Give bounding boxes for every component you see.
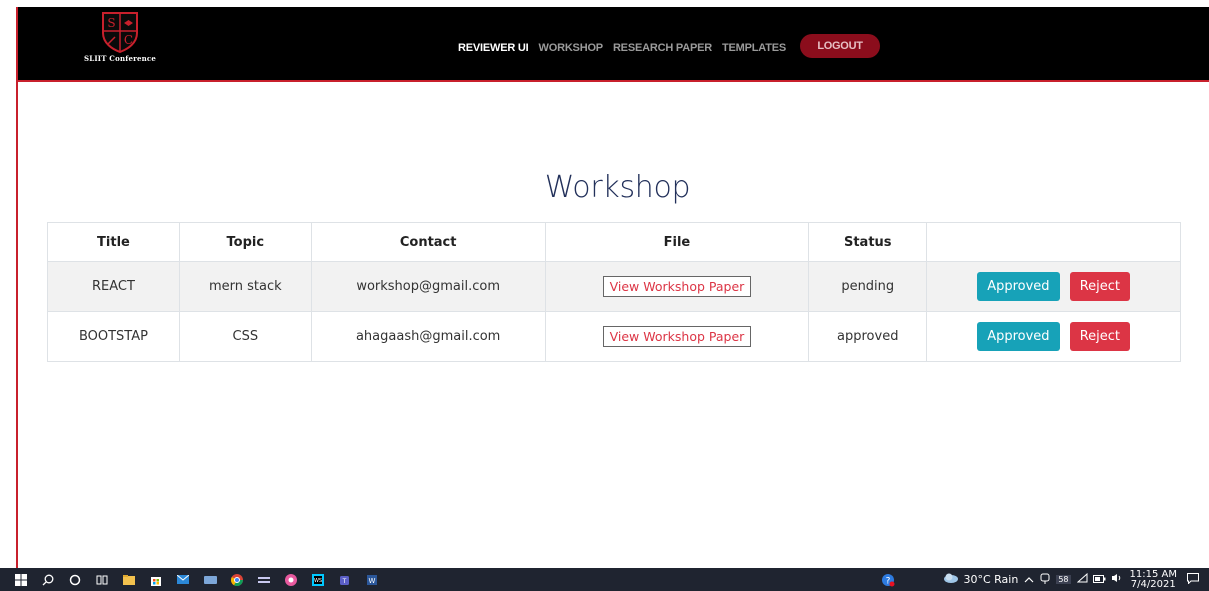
nav-link-templates[interactable]: TEMPLATES [722, 42, 786, 54]
cell-topic: CSS [178, 311, 312, 362]
file-explorer-icon[interactable] [118, 568, 140, 591]
clock[interactable]: 11:15 AM 7/4/2021 [1129, 568, 1177, 590]
column-header-file: File [544, 222, 810, 262]
table-row: BOOTSTAP CSS ahagaash@gmail.com View Wor… [47, 311, 1181, 362]
approve-button[interactable]: Approved [977, 272, 1060, 301]
svg-text:WS: WS [314, 578, 322, 584]
weather-icon[interactable] [943, 573, 959, 587]
svg-text:C: C [124, 33, 133, 47]
system-tray: ? 30°C Rain 58 11:15 AM 7/4/2021 [877, 568, 1209, 591]
screen: S C SLIIT Conference REVIEWER UI WORKSHO… [0, 0, 1209, 591]
weather-label[interactable]: 30°C Rain [963, 573, 1018, 586]
logout-button[interactable]: LOGOUT [800, 34, 881, 58]
volume-icon[interactable] [1111, 573, 1122, 586]
page-title: Workshop [544, 170, 691, 205]
webstorm-icon[interactable]: WS [307, 568, 329, 591]
reject-button[interactable]: Reject [1069, 272, 1130, 301]
battery-icon[interactable] [1092, 573, 1106, 586]
cell-contact: ahagaash@gmail.com [310, 311, 546, 362]
approve-button[interactable]: Approved [977, 322, 1060, 351]
cell-file: View Workshop Paper [544, 311, 810, 362]
column-header-title: Title [47, 222, 180, 262]
cell-actions: Approved Reject [926, 261, 1181, 312]
svg-text:T: T [342, 578, 347, 585]
cell-contact: workshop@gmail.com [310, 261, 546, 312]
nav-link-research-paper[interactable]: RESEARCH PAPER [613, 42, 712, 54]
vscode-icon[interactable] [253, 568, 275, 591]
view-workshop-paper-button[interactable]: View Workshop Paper [602, 326, 752, 347]
clock-date: 7/4/2021 [1130, 578, 1176, 590]
teams-icon[interactable]: T [334, 568, 356, 591]
action-center-icon[interactable] [1187, 572, 1199, 587]
svg-text:S: S [107, 16, 115, 30]
conference-logo[interactable]: S C SLIIT Conference [70, 11, 170, 75]
column-header-contact: Contact [310, 222, 546, 262]
shield-crest-icon: S C [102, 12, 138, 53]
nav-link-reviewer-ui[interactable]: REVIEWER UI [458, 42, 529, 54]
mail-icon[interactable] [172, 568, 194, 591]
keyboard-icon[interactable] [199, 568, 221, 591]
search-icon[interactable] [37, 568, 59, 591]
column-header-topic: Topic [178, 222, 312, 262]
cell-status: approved [808, 311, 928, 362]
cell-title: BOOTSTAP [47, 311, 180, 362]
cell-actions: Approved Reject [926, 311, 1181, 362]
svg-text:W: W [369, 577, 376, 585]
workshop-table: Title Topic Contact File Status REACT me… [47, 222, 1181, 362]
chrome-icon[interactable] [226, 568, 248, 591]
network-icon[interactable] [1076, 572, 1088, 586]
cell-status: pending [808, 261, 928, 312]
nav-link-workshop[interactable]: WORKSHOP [539, 42, 604, 54]
media-player-icon[interactable] [280, 568, 302, 591]
tray-badge[interactable]: 58 [1056, 575, 1071, 584]
windows-start-icon[interactable] [10, 568, 32, 591]
word-icon[interactable]: W [361, 568, 383, 591]
cell-topic: mern stack [178, 261, 312, 312]
nav-menu: REVIEWER UI WORKSHOP RESEARCH PAPER TEMP… [458, 34, 881, 58]
table-row: REACT mern stack workshop@gmail.com View… [47, 261, 1181, 312]
navbar: S C SLIIT Conference REVIEWER UI WORKSHO… [18, 7, 1209, 82]
notification-app-icon[interactable] [1040, 573, 1050, 587]
cortana-icon[interactable] [64, 568, 86, 591]
table-header-row: Title Topic Contact File Status [47, 222, 1181, 262]
help-icon[interactable]: ? [877, 568, 899, 591]
task-view-icon[interactable] [91, 568, 113, 591]
column-header-actions [926, 222, 1181, 262]
cell-file: View Workshop Paper [544, 261, 810, 312]
logo-label: SLIIT Conference [83, 54, 157, 63]
column-header-status: Status [808, 222, 928, 262]
cell-title: REACT [47, 261, 180, 312]
chevron-up-icon[interactable] [1024, 573, 1034, 586]
clock-time: 11:15 AM [1129, 568, 1177, 580]
store-icon[interactable] [145, 568, 167, 591]
view-workshop-paper-button[interactable]: View Workshop Paper [602, 276, 752, 297]
reject-button[interactable]: Reject [1069, 322, 1130, 351]
browser-viewport: S C SLIIT Conference REVIEWER UI WORKSHO… [16, 7, 1209, 568]
windows-taskbar: WS T W ? 30°C Rain 58 11:15 AM 7/4/2021 [0, 568, 1209, 591]
